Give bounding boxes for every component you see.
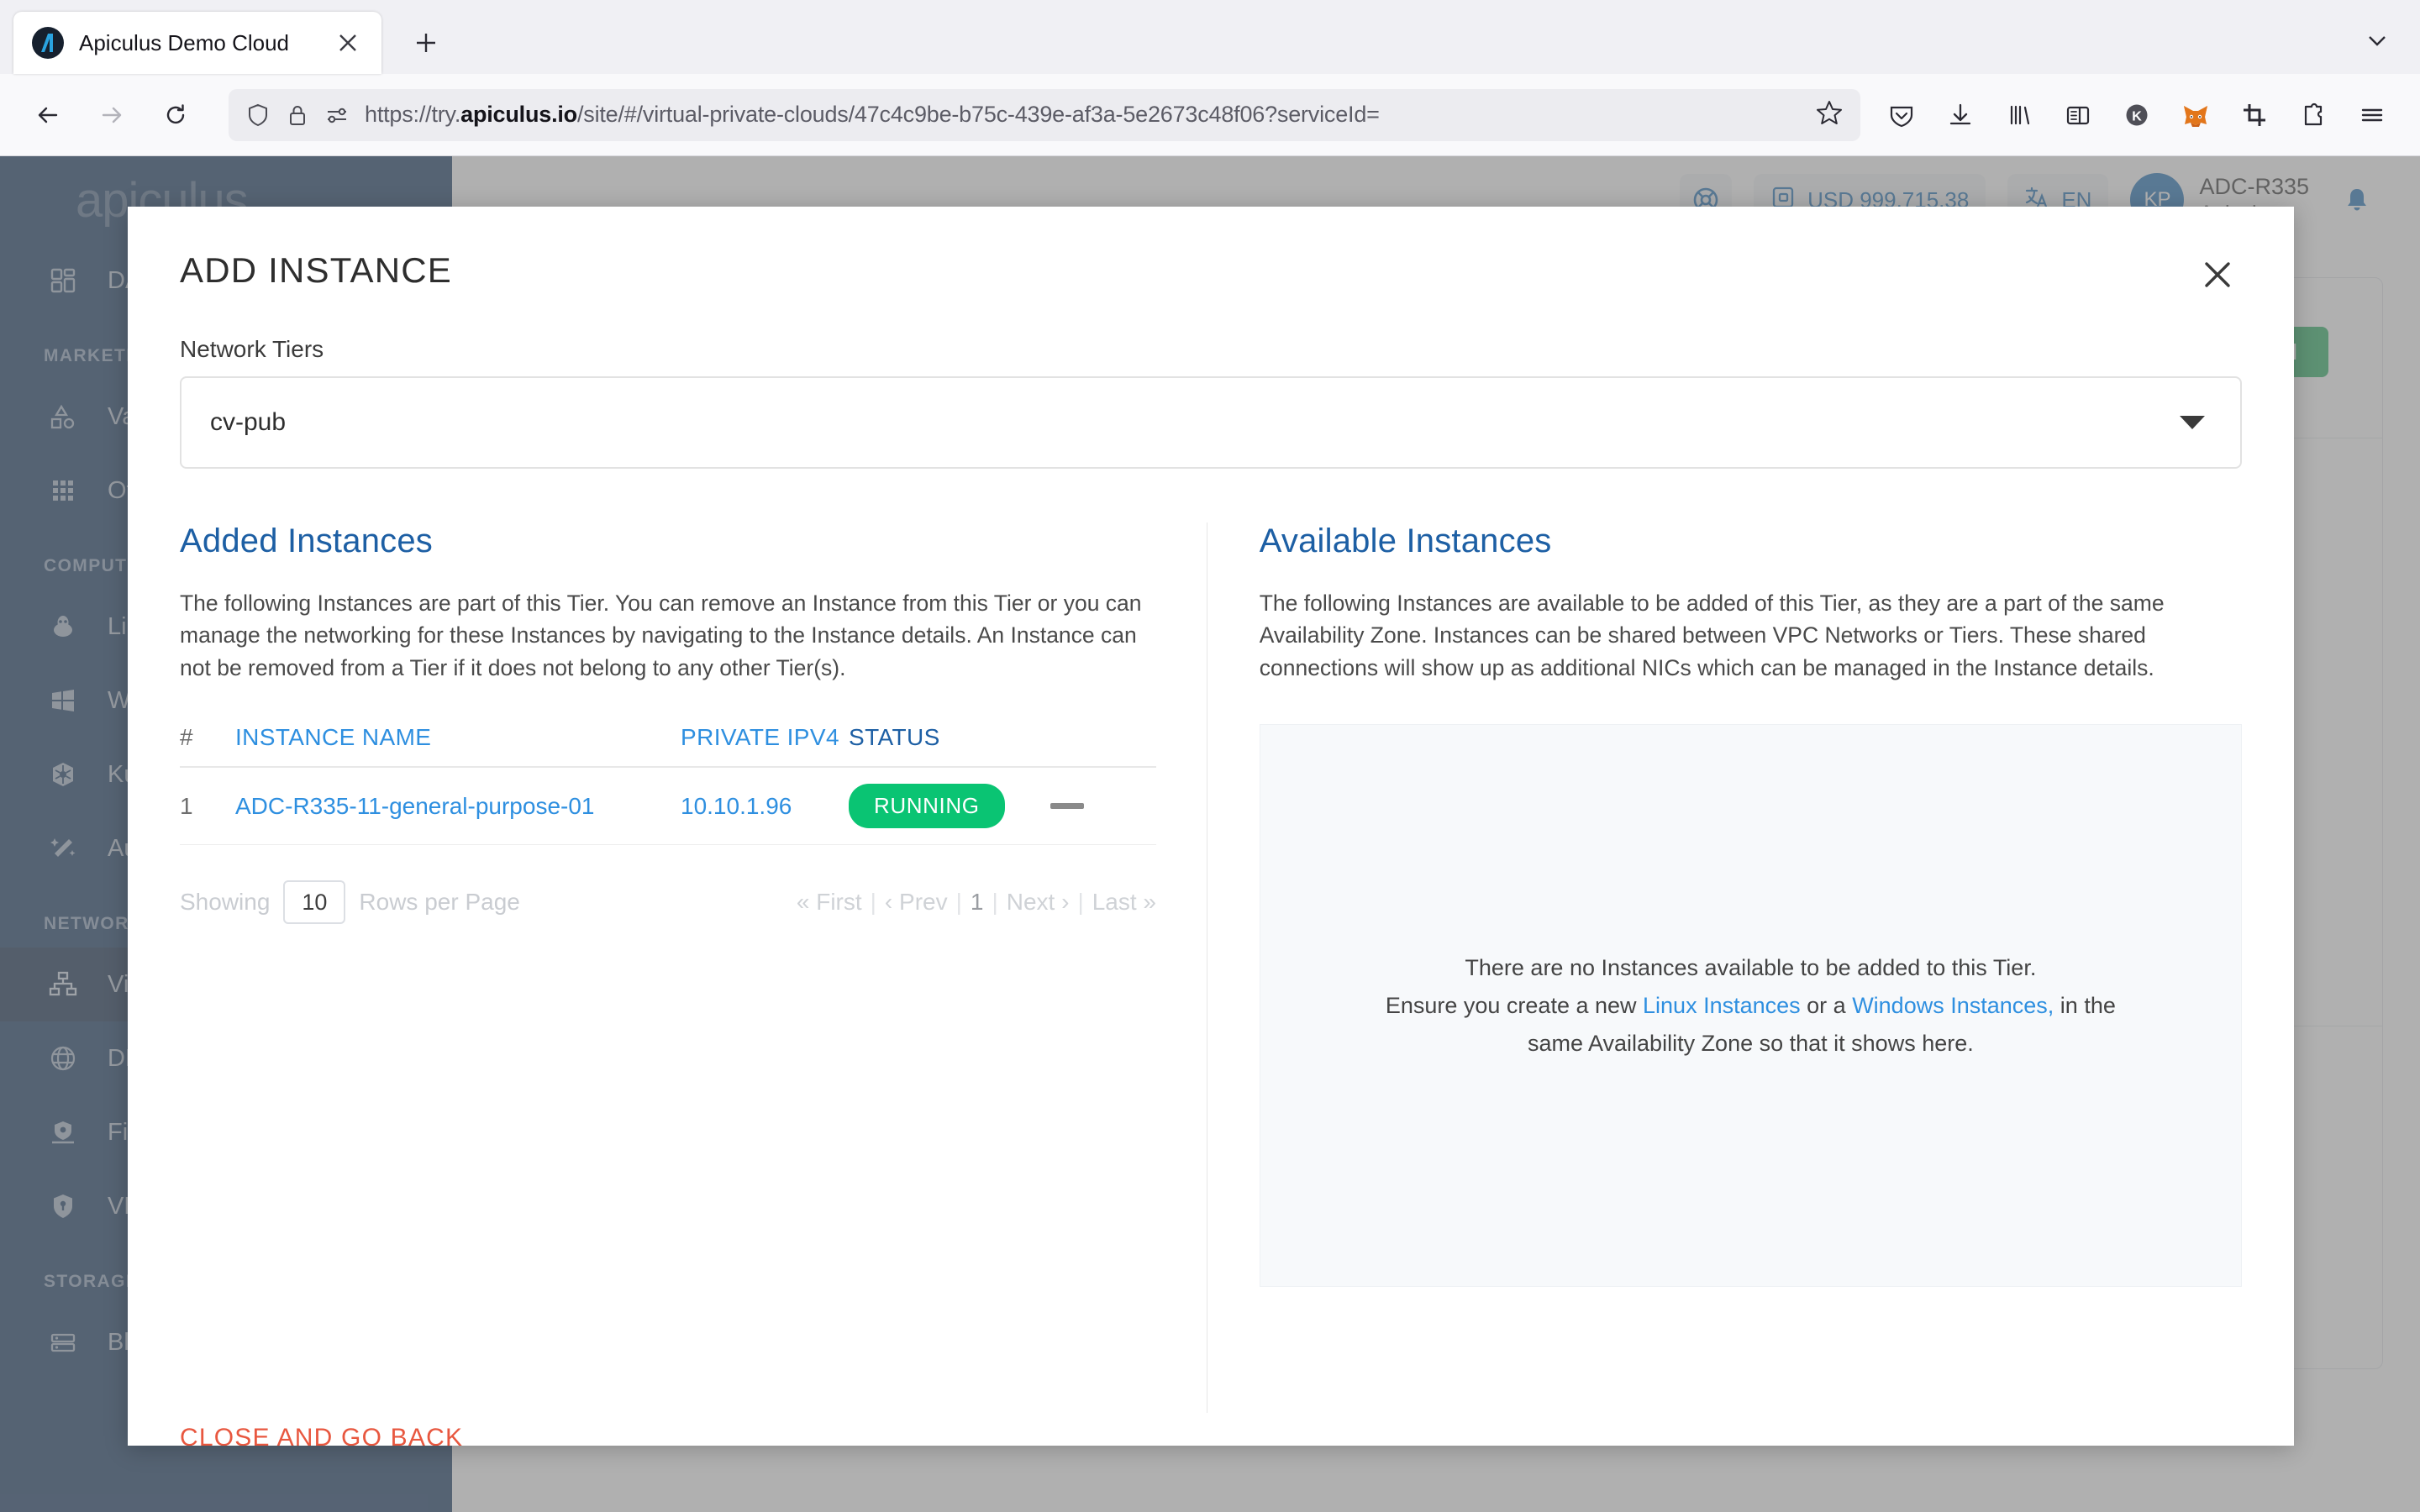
pager-prev-button[interactable]: ‹ Prev <box>885 889 948 916</box>
browser-toolbar-icons: K <box>1876 89 2398 141</box>
url-text[interactable]: https://try.apiculus.io/site/#/virtual-p… <box>365 102 1800 128</box>
downloads-icon[interactable] <box>1934 89 1986 141</box>
modal-footer: CLOSE AND GO BACK <box>180 1424 463 1446</box>
address-bar[interactable]: https://try.apiculus.io/site/#/virtual-p… <box>229 88 1860 141</box>
empty-line-2-mid: or a <box>1800 992 1853 1018</box>
back-icon[interactable] <box>22 89 74 141</box>
row-number: 1 <box>180 792 193 819</box>
added-instances-heading: Added Instances <box>180 522 433 559</box>
metamask-extension-icon[interactable] <box>2170 89 2222 141</box>
shield-icon[interactable] <box>245 102 271 128</box>
apiculus-logo-icon <box>32 27 64 59</box>
lock-icon[interactable] <box>286 102 309 128</box>
instance-name-link[interactable]: ADC-R335-11-general-purpose-01 <box>235 793 681 820</box>
empty-line-2-pre: Ensure you create a new <box>1385 992 1644 1018</box>
pager-last-button[interactable]: Last » <box>1092 889 1156 916</box>
reload-icon[interactable] <box>150 89 202 141</box>
private-ipv4-link[interactable]: 10.10.1.96 <box>681 793 849 820</box>
modal-title: ADD INSTANCE <box>180 250 452 290</box>
network-tiers-label: Network Tiers <box>180 336 324 362</box>
column-header-instance-name: INSTANCE NAME <box>235 724 432 751</box>
add-instance-modal: ADD INSTANCE Network Tiers cv-pub Added … <box>128 207 2294 1446</box>
added-instances-panel: Added Instances The following Instances … <box>180 522 1207 1413</box>
pager-separator: | <box>870 889 876 916</box>
column-header-status: STATUS <box>849 724 940 751</box>
app-menu-icon[interactable] <box>2346 89 2398 141</box>
close-icon[interactable] <box>2193 250 2242 299</box>
library-icon[interactable] <box>1993 89 2045 141</box>
svg-text:K: K <box>2132 109 2142 123</box>
status-cell: RUNNING <box>849 784 1050 829</box>
bookmark-star-icon[interactable] <box>1815 98 1844 131</box>
tab-strip: Apiculus Demo Cloud <box>0 0 2420 74</box>
available-instances-empty-state: There are no Instances available to be a… <box>1259 724 2242 1288</box>
chevron-down-icon <box>2180 416 2205 429</box>
table-row: 1 ADC-R335-11-general-purpose-01 10.10.1… <box>180 768 1156 846</box>
close-and-go-back-button[interactable]: CLOSE AND GO BACK <box>180 1424 463 1446</box>
permissions-icon[interactable] <box>324 105 350 125</box>
extensions-puzzle-icon[interactable] <box>2287 89 2339 141</box>
screenshot-crop-icon[interactable] <box>2228 89 2281 141</box>
added-instances-description: The following Instances are part of this… <box>180 591 1142 680</box>
pagination-bar: Showing 10 Rows per Page « First | ‹ Pre… <box>180 880 1156 925</box>
column-header-number: # <box>180 724 193 751</box>
rows-per-page-input[interactable]: 10 <box>283 880 346 925</box>
pager-separator: | <box>955 889 962 916</box>
table-header-row: # INSTANCE NAME PRIVATE IPV4 STATUS <box>180 724 1156 769</box>
available-instances-heading: Available Instances <box>1259 522 1552 559</box>
column-header-private-ipv4: PRIVATE IPV4 <box>681 724 839 751</box>
linux-instances-link[interactable]: Linux Instances <box>1643 993 1801 1018</box>
added-instances-table: # INSTANCE NAME PRIVATE IPV4 STATUS 1 AD… <box>180 724 1156 846</box>
navigation-toolbar: https://try.apiculus.io/site/#/virtual-p… <box>0 74 2420 156</box>
available-instances-panel: Available Instances The following Instan… <box>1207 522 2242 1413</box>
pager-next-button[interactable]: Next › <box>1007 889 1070 916</box>
tab-title: Apiculus Demo Cloud <box>79 29 290 55</box>
empty-line-1: There are no Instances available to be a… <box>1465 955 2037 981</box>
pager-separator: | <box>992 889 998 916</box>
pocket-save-icon[interactable] <box>1876 89 1928 141</box>
list-all-tabs-button[interactable] <box>2363 26 2391 59</box>
windows-instances-link[interactable]: Windows Instances, <box>1852 993 2054 1018</box>
rows-per-page-label: Rows per Page <box>359 889 520 916</box>
pager-current-page: 1 <box>970 889 984 916</box>
browser-tab[interactable]: Apiculus Demo Cloud <box>13 12 381 74</box>
browser-window: Apiculus Demo Cloud https://try.apiculus… <box>0 0 2420 1512</box>
showing-label: Showing <box>180 889 271 916</box>
remove-dash-icon[interactable] <box>1050 803 1084 810</box>
network-tiers-value: cv-pub <box>210 408 287 436</box>
pager-separator: | <box>1077 889 1084 916</box>
row-actions[interactable] <box>1050 803 1156 810</box>
available-instances-description: The following Instances are available to… <box>1259 591 2165 680</box>
new-tab-button[interactable] <box>400 17 452 69</box>
pager-first-button[interactable]: « First <box>797 889 862 916</box>
status-badge: RUNNING <box>849 784 1005 829</box>
forward-icon[interactable] <box>86 89 138 141</box>
network-tiers-select[interactable]: cv-pub <box>180 376 2242 469</box>
close-icon[interactable] <box>333 28 363 58</box>
sidebar-icon[interactable] <box>2052 89 2104 141</box>
keeper-extension-icon[interactable]: K <box>2111 89 2163 141</box>
